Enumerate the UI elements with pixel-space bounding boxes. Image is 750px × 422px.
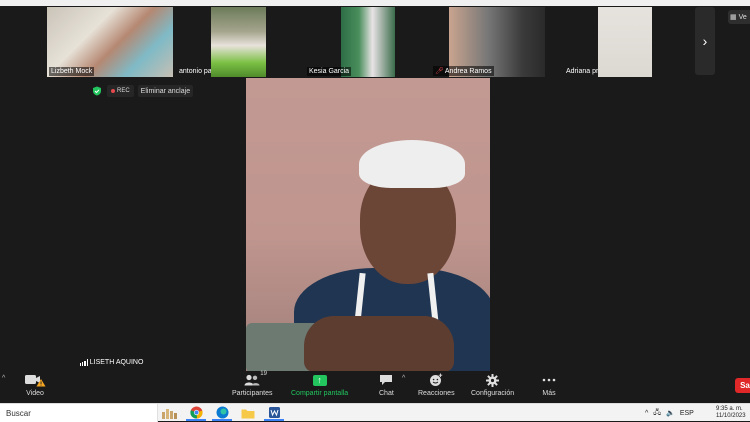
language-indicator[interactable]: ESP: [680, 410, 694, 417]
taskbar-apps: [160, 405, 284, 421]
participant-thumbnail[interactable]: 🎤︎Andrea Ramos: [431, 7, 545, 77]
tray-chevron-up-icon[interactable]: ^: [645, 410, 648, 417]
more-button[interactable]: Más: [542, 373, 556, 397]
taskbar-search-input[interactable]: Buscar: [0, 404, 158, 422]
windows-taskbar: Buscar ^ 🖧 🔈 ESP 9:35 a. m. 11/10/2023: [0, 403, 750, 422]
reactions-button[interactable]: Reacciones: [418, 373, 455, 397]
video-label: Video: [26, 390, 44, 397]
participant-name: 🎤︎Andrea Ramos: [433, 66, 494, 76]
status-row: REC Eliminar anclaje: [91, 85, 194, 97]
video-camera-warning-icon: [24, 373, 46, 387]
city-search-highlight-icon: [160, 405, 180, 421]
video-figure-hands: [304, 316, 454, 371]
participant-thumbnail[interactable]: [598, 7, 652, 77]
rec-label: REC: [117, 88, 130, 94]
gear-icon: [486, 373, 500, 387]
record-dot-icon: [111, 89, 115, 93]
more-dots-icon: [542, 373, 556, 387]
word-icon[interactable]: [264, 405, 284, 421]
participant-thumbnail[interactable]: Kesia Garcia: [305, 7, 395, 77]
participant-name: Kesia Garcia: [307, 67, 352, 76]
video-button[interactable]: Video: [24, 373, 46, 397]
main-speaker-label: LISETH AQUINO: [80, 359, 143, 366]
participant-name: antonio paz: [179, 68, 211, 75]
recording-indicator[interactable]: REC: [107, 85, 134, 97]
network-icon[interactable]: 🖧: [653, 408, 661, 419]
security-shield-icon[interactable]: [91, 85, 103, 97]
settings-button[interactable]: Configuración: [471, 373, 514, 397]
share-screen-icon: ↑: [312, 373, 327, 387]
participant-thumbnail[interactable]: Adriana prado: [562, 7, 598, 77]
participant-thumbnail[interactable]: antonio paz: [175, 7, 211, 77]
view-label: Ve: [738, 13, 747, 21]
volume-icon[interactable]: 🔈: [666, 409, 675, 417]
clock-time: 9:35 a. m.: [716, 406, 743, 412]
participant-name-text: Andrea Ramos: [444, 68, 492, 75]
participant-name: Lizbeth Mock: [49, 67, 95, 76]
edge-icon[interactable]: [212, 405, 232, 421]
leave-button[interactable]: Sa: [735, 378, 750, 393]
settings-label: Configuración: [471, 390, 515, 397]
participant-thumbnail[interactable]: Lizbeth Mock: [47, 7, 173, 77]
chrome-icon[interactable]: [186, 405, 206, 421]
participants-label: Participantes: [232, 390, 273, 397]
taskbar-clock[interactable]: 9:35 a. m. 11/10/2023: [716, 406, 746, 420]
smiley-icon: [429, 373, 443, 387]
reactions-label: Reacciones: [418, 390, 455, 397]
next-page-chevron-icon[interactable]: ›: [695, 7, 715, 75]
participant-name: Adriana prado: [566, 68, 598, 75]
chat-button[interactable]: Chat: [379, 373, 394, 397]
main-speaker-video[interactable]: [246, 78, 490, 371]
view-button[interactable]: ▦ Ve: [728, 10, 750, 24]
share-screen-button[interactable]: ↑ Compartir pantalla: [291, 373, 348, 397]
meeting-toolbar: ^ Video 19 Participantes ↑ Compartir pan…: [0, 371, 750, 403]
chat-label: Chat: [379, 390, 394, 397]
participants-count: 19: [260, 371, 267, 377]
audio-options-caret-icon[interactable]: ^: [2, 375, 5, 382]
main-speaker-name: LISETH AQUINO: [89, 359, 144, 366]
unpin-button[interactable]: Eliminar anclaje: [137, 85, 194, 97]
chat-bubble-icon: [379, 373, 393, 387]
mic-muted-icon: 🎤︎: [435, 68, 444, 75]
share-screen-label: Compartir pantalla: [291, 390, 349, 397]
system-tray: ^ 🖧 🔈 ESP: [645, 404, 694, 422]
video-figure-cap: [359, 140, 465, 188]
meeting-area: Lizbeth Mock antonio paz Kesia Garcia 🎤︎…: [0, 6, 750, 371]
chat-options-caret-icon[interactable]: ^: [402, 375, 405, 382]
participants-icon: 19: [244, 371, 267, 387]
more-label: Más: [542, 390, 556, 397]
participant-thumbnail[interactable]: [211, 7, 266, 77]
clock-date: 11/10/2023: [716, 413, 746, 419]
grid-icon: ▦: [730, 14, 737, 21]
signal-bars-icon: [80, 359, 88, 366]
participants-button[interactable]: 19 Participantes: [232, 371, 273, 397]
file-explorer-icon[interactable]: [238, 405, 258, 421]
